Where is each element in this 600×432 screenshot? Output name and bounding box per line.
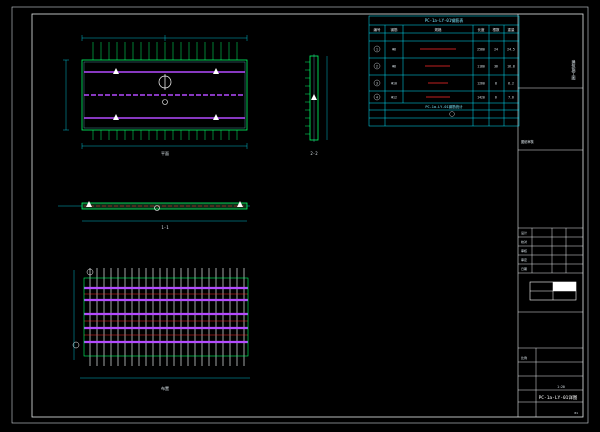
row-spec: Φ10 bbox=[391, 82, 397, 86]
cad-drawing-canvas: PC-1a-LY-01钢筋表 编号 钢筋 规格 长度 根数 重量 1 Φ8 25… bbox=[0, 0, 600, 432]
row-weight: 16.8 bbox=[507, 65, 515, 69]
row-no: 3 bbox=[376, 82, 378, 86]
row-label: 设计 bbox=[521, 230, 527, 235]
row-count: 36 bbox=[494, 65, 498, 69]
header-weight: 重量 bbox=[508, 27, 516, 32]
row-weight: 24.5 bbox=[507, 48, 515, 52]
header-spec: 规格 bbox=[435, 27, 443, 32]
section-label: 2-2 bbox=[310, 151, 318, 156]
row-len: 1420 bbox=[477, 96, 485, 100]
row-weight: 7.6 bbox=[508, 96, 514, 100]
table-title: PC-1a-LY-01钢筋表 bbox=[425, 17, 464, 23]
row-label: 日期 bbox=[521, 266, 527, 271]
row-spec: Φ8 bbox=[392, 65, 396, 69]
row-no: 2 bbox=[376, 65, 378, 69]
row-len: 1260 bbox=[477, 82, 485, 86]
scale-value: 1:20 bbox=[557, 385, 565, 389]
sheet-number: 01 bbox=[574, 411, 578, 415]
row-spec: Φ12 bbox=[391, 96, 397, 100]
layout-label: 布置 bbox=[161, 385, 169, 391]
row-spec: Φ8 bbox=[392, 48, 396, 52]
row-count: 6 bbox=[495, 96, 497, 100]
summary-title: PC-1a-LY-01钢筋统计 bbox=[425, 104, 463, 109]
row-label: 审定 bbox=[521, 257, 527, 262]
row-no: 1 bbox=[376, 48, 378, 52]
row-label: 比例 bbox=[521, 355, 527, 360]
row-label: 审核 bbox=[521, 248, 527, 253]
header-len: 长度 bbox=[478, 27, 486, 32]
header-count: 根数 bbox=[493, 27, 501, 32]
drawing-number: PC-1a-LY-01详图 bbox=[539, 394, 578, 401]
row-len: 2580 bbox=[477, 48, 485, 52]
row-len: 1180 bbox=[477, 65, 485, 69]
row-no: 4 bbox=[376, 96, 378, 100]
row-count: 8 bbox=[495, 82, 497, 86]
row-label: 校对 bbox=[521, 239, 527, 244]
approval-stamp: 图纸审核 bbox=[521, 139, 535, 144]
title-vertical-text: 建筑施工图 bbox=[572, 59, 577, 81]
header-no: 编号 bbox=[374, 27, 382, 32]
elevation-label: 1-1 bbox=[161, 225, 169, 230]
row-count: 24 bbox=[494, 48, 498, 52]
row-weight: 6.2 bbox=[508, 82, 514, 86]
plan-label: 平面 bbox=[161, 151, 169, 156]
header-bar: 钢筋 bbox=[391, 27, 399, 32]
